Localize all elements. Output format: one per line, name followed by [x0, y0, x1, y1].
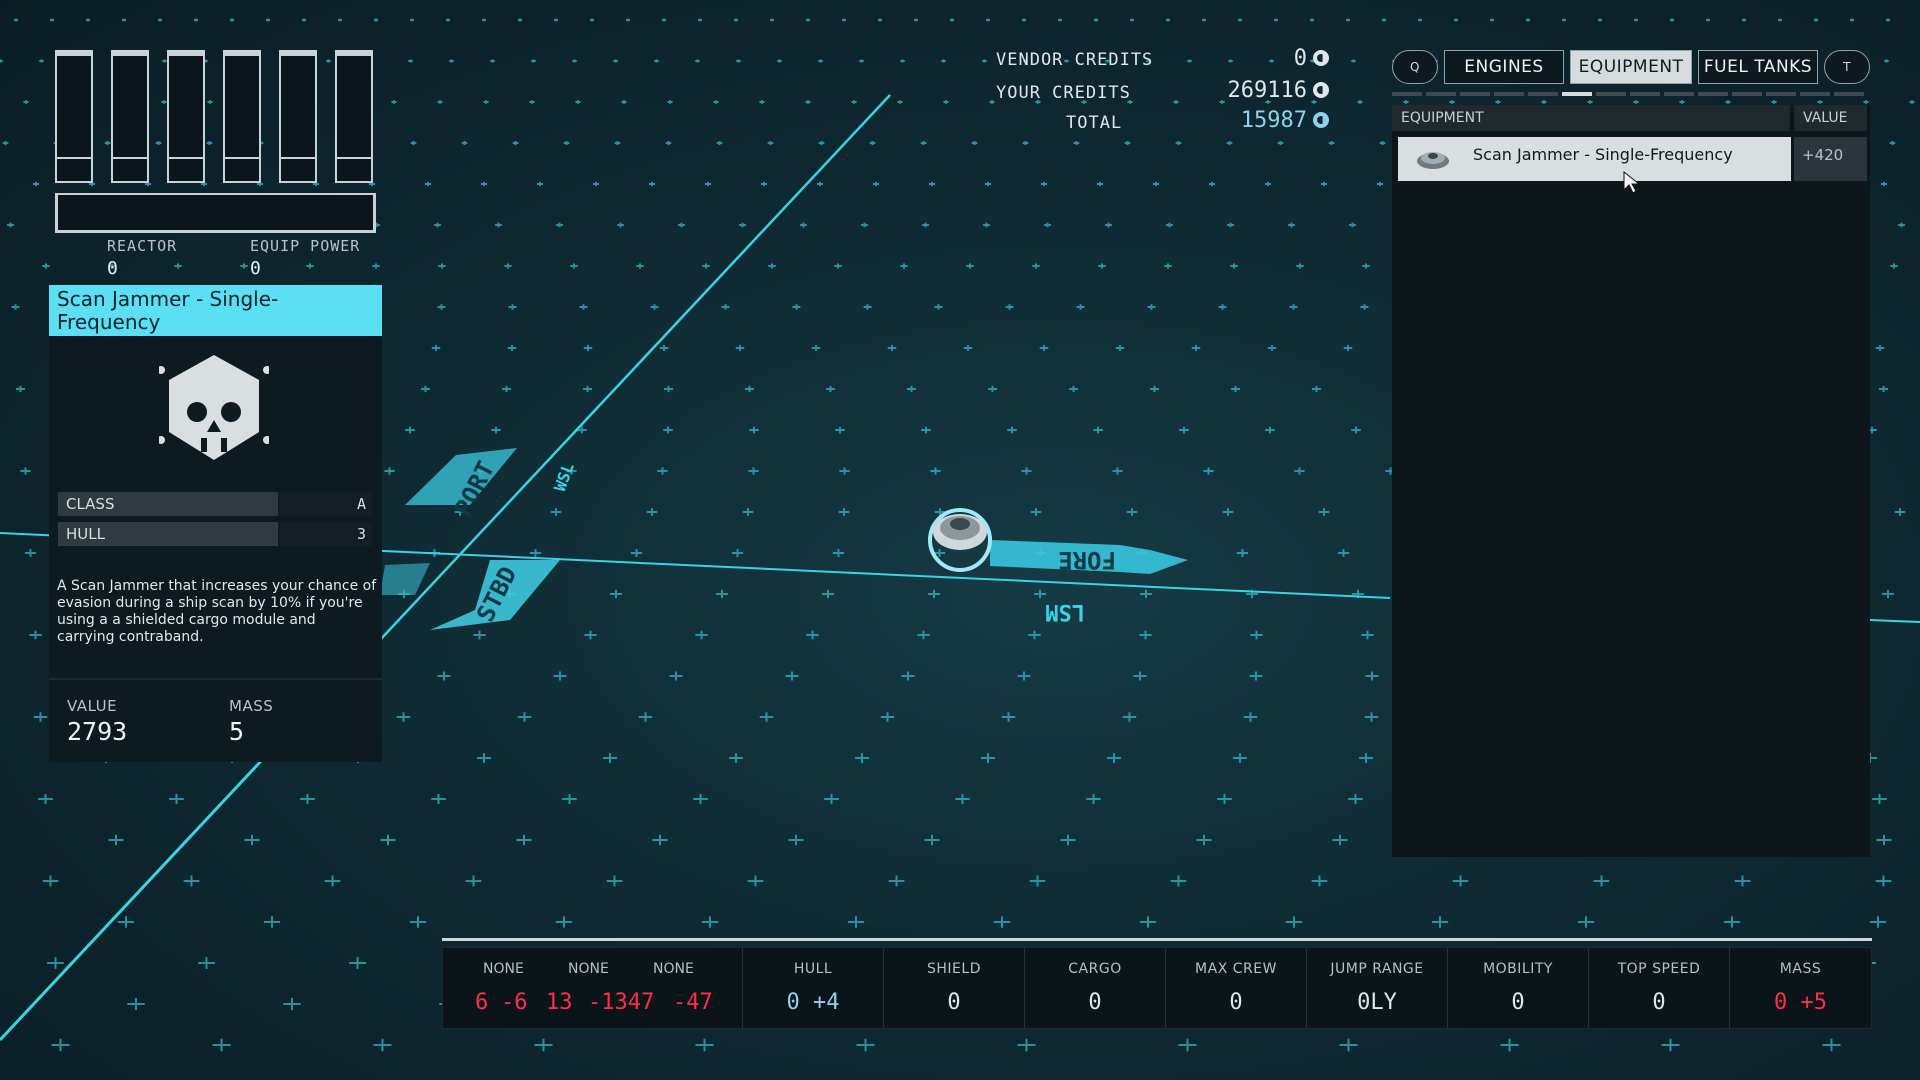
mass-amount: 5: [229, 717, 245, 746]
power-slot: [223, 50, 261, 183]
shield-label: SHIELD: [927, 961, 981, 977]
shield-value: 0: [947, 990, 961, 1015]
weapon-label: NONE: [653, 961, 694, 977]
stat-hull: HULL 0 +4: [743, 948, 884, 1028]
stat-shield: SHIELD 0: [884, 948, 1025, 1028]
tab-equipment[interactable]: EQUIPMENT: [1570, 50, 1692, 84]
ship-stats-bar: NONE NONE NONE 6 -6 13 -1347 -47 HULL 0 …: [442, 947, 1872, 1029]
hull-label: HULL: [793, 961, 833, 977]
wsl-label: WSL: [550, 460, 578, 494]
stat-top-speed: TOP SPEED 0: [1589, 948, 1730, 1028]
equip-power-label: EQUIP POWER: [250, 237, 361, 255]
stat-max-crew: MAX CREW 0: [1166, 948, 1307, 1028]
top-speed-value: 0: [1652, 990, 1666, 1015]
mass-stat-label: MASS: [1779, 961, 1822, 977]
value-label: VALUE: [67, 697, 118, 715]
tab-indicator: [1392, 92, 1870, 96]
your-credits-value: 269116: [1227, 78, 1307, 103]
column-equipment: EQUIPMENT: [1392, 105, 1790, 131]
item-title: Scan Jammer - Single-Frequency: [49, 285, 382, 336]
power-slot: [111, 50, 149, 183]
weapon-value: -47: [673, 990, 713, 1015]
value-amount: 2793: [67, 717, 128, 746]
stat-mass: MASS 0 +5: [1730, 948, 1871, 1028]
credits-icon: [1313, 50, 1329, 66]
jump-range-label: JUMP RANGE: [1330, 961, 1424, 977]
weapon-label: NONE: [568, 961, 609, 977]
stat-label: CLASS: [58, 492, 278, 516]
stat-jump-range: JUMP RANGE 0LY: [1307, 948, 1448, 1028]
stat-weapons: NONE NONE NONE 6 -6 13 -1347 -47: [443, 948, 743, 1028]
weapon-value: 6: [475, 990, 489, 1015]
list-item-value: +420: [1794, 137, 1867, 181]
mass-label: MASS: [229, 697, 274, 715]
mobility-value: 0: [1511, 990, 1525, 1015]
equipment-list: EQUIPMENT VALUE Scan Jammer - Single-Fre…: [1392, 105, 1870, 857]
weapon-value: -6: [501, 990, 528, 1015]
weapon-value: 13: [546, 990, 573, 1015]
stat-value: 3: [280, 522, 372, 546]
power-slot: [335, 50, 373, 183]
max-crew-value: 0: [1229, 990, 1243, 1015]
weapon-label: NONE: [483, 961, 524, 977]
mouse-cursor-icon: [1623, 170, 1641, 194]
vendor-credits-value: 0: [1293, 46, 1307, 71]
credits-icon: [1313, 112, 1329, 128]
stat-mobility: MOBILITY 0: [1448, 948, 1589, 1028]
item-description: A Scan Jammer that increases your chance…: [57, 578, 377, 645]
prev-tab-key[interactable]: Q: [1392, 50, 1438, 84]
cargo-value: 0: [1088, 990, 1102, 1015]
credits-icon: [1313, 82, 1329, 98]
next-tab-key[interactable]: T: [1824, 50, 1870, 84]
stats-divider: [442, 938, 1872, 941]
top-speed-label: TOP SPEED: [1617, 961, 1701, 977]
reactor-value: 0: [107, 258, 118, 279]
mass-stat-value: 0 +5: [1774, 990, 1828, 1015]
scan-jammer-module[interactable]: [928, 508, 992, 572]
equip-power-value: 0: [250, 258, 261, 279]
vendor-credits-label: VENDOR CREDITS: [996, 50, 1154, 70]
power-slot: [55, 50, 93, 183]
item-card: Scan Jammer - Single-Frequency CLASS A H…: [49, 285, 382, 762]
stat-label: HULL: [58, 522, 278, 546]
card-divider: [49, 678, 382, 680]
cargo-label: CARGO: [1068, 961, 1122, 977]
fore-label: FORE: [1058, 546, 1116, 574]
lsm-label: LSM: [1045, 599, 1085, 624]
mass-delta: +5: [1800, 990, 1828, 1015]
hull-delta: +4: [813, 990, 840, 1015]
total-label: TOTAL: [1066, 113, 1123, 133]
weapon-value: -1347: [588, 990, 655, 1015]
tab-engines[interactable]: ENGINES: [1444, 50, 1564, 84]
reactor-bar: [55, 193, 376, 233]
total-value: 15987: [1240, 108, 1307, 133]
power-slot: [167, 50, 205, 183]
column-value: VALUE: [1794, 105, 1867, 131]
power-panel: REACTOR EQUIP POWER 0 0: [55, 50, 377, 279]
power-slot: [279, 50, 317, 183]
stat-class: CLASS A: [58, 492, 372, 516]
your-credits-label: YOUR CREDITS: [996, 83, 1131, 103]
list-header: EQUIPMENT VALUE: [1392, 105, 1870, 131]
stat-value: A: [280, 492, 372, 516]
tab-fuel-tanks[interactable]: FUEL TANKS: [1698, 50, 1818, 84]
hull-value: 0 +4: [786, 990, 840, 1015]
mobility-label: MOBILITY: [1483, 961, 1553, 977]
jump-range-value: 0LY: [1357, 990, 1397, 1015]
list-item-main[interactable]: Scan Jammer - Single-Frequency: [1398, 137, 1791, 181]
reactor-label: REACTOR: [107, 237, 178, 255]
list-item-name: Scan Jammer - Single-Frequency: [1473, 145, 1733, 164]
scan-jammer-icon: [1417, 152, 1449, 169]
max-crew-label: MAX CREW: [1195, 961, 1277, 977]
stat-hull: HULL 3: [58, 522, 372, 546]
stat-cargo: CARGO 0: [1025, 948, 1166, 1028]
skull-icon: [159, 355, 269, 460]
